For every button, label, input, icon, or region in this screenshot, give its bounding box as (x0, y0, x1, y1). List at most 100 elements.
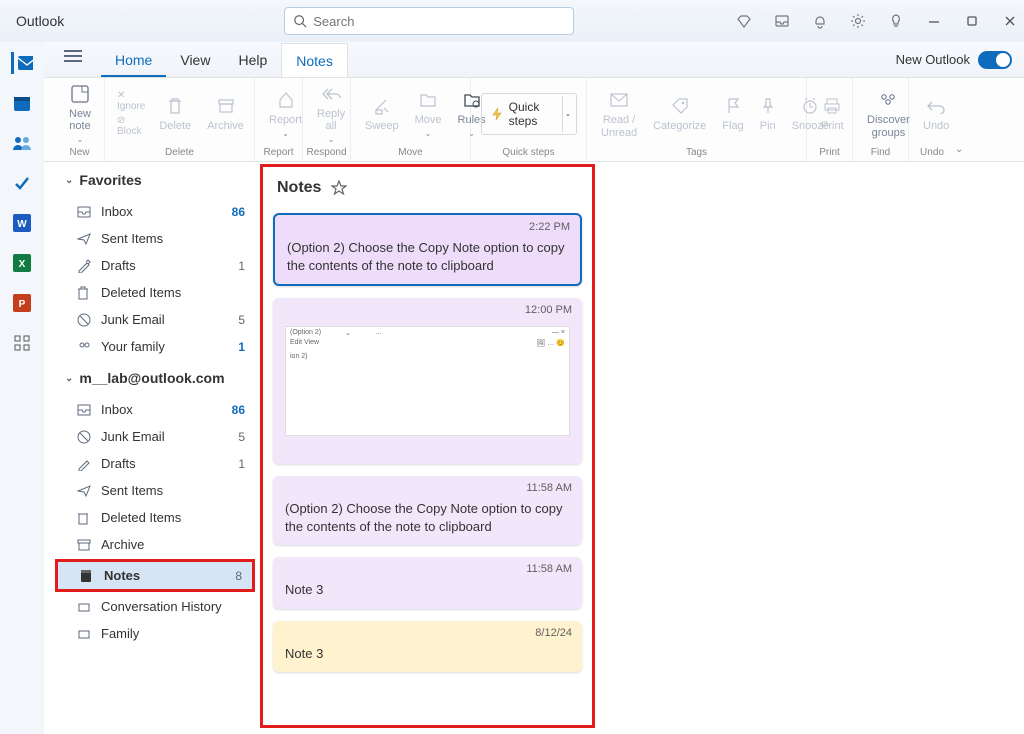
fav-inbox[interactable]: Inbox86 (55, 198, 255, 225)
categorize-button[interactable]: Categorize (645, 92, 714, 134)
ribbon-group-new: New (55, 147, 104, 161)
notes-header: Notes (277, 179, 321, 197)
excel-icon[interactable]: X (11, 252, 33, 274)
new-outlook-label: New Outlook (896, 52, 970, 67)
note-body: (Option 2) Choose the Copy Note option t… (285, 500, 570, 535)
mail-icon[interactable] (11, 52, 33, 74)
tray-icon[interactable] (774, 13, 790, 29)
group-icon (77, 341, 93, 353)
fav-junk[interactable]: Junk Email5 (55, 306, 255, 333)
word-icon[interactable]: W (11, 212, 33, 234)
close-icon[interactable] (1002, 13, 1018, 29)
hamburger-icon[interactable] (64, 50, 82, 64)
fav-sent[interactable]: Sent Items (55, 225, 255, 252)
tab-view[interactable]: View (166, 43, 224, 77)
note-time: 11:58 AM (526, 563, 572, 575)
ribbon-group-delete: Delete (105, 147, 254, 161)
acct-notes[interactable]: Notes8 (55, 559, 255, 592)
archive-button[interactable]: Archive (199, 92, 252, 134)
junk-icon (77, 313, 93, 327)
minimize-icon[interactable] (926, 13, 942, 29)
note-time: 11:58 AM (526, 482, 572, 494)
notes-icon (80, 569, 96, 583)
note-card[interactable]: 12:00 PM (Option 2)⌄…— × Edit View🖼 … 😊 … (273, 298, 582, 464)
ribbon-group-report: Report (255, 147, 302, 161)
note-card[interactable]: 11:58 AM (Option 2) Choose the Copy Note… (273, 476, 582, 545)
note-time: 2:22 PM (529, 221, 570, 233)
pin-button[interactable]: Pin (752, 92, 784, 134)
note-thumbnail: (Option 2)⌄…— × Edit View🖼 … 😊 ion 2) (285, 326, 570, 436)
read-unread-button[interactable]: Read / Unread (593, 86, 645, 140)
quick-steps-button[interactable]: Quick steps ⌄ (481, 93, 577, 135)
delete-button[interactable]: Delete (151, 92, 199, 134)
more-apps-icon[interactable] (11, 332, 33, 354)
block-button[interactable]: ⊘ Block (117, 115, 145, 137)
note-card[interactable]: 8/12/24 Note 3 (273, 621, 582, 673)
fav-family[interactable]: Your family1 (55, 333, 255, 360)
tab-notes[interactable]: Notes (281, 43, 348, 77)
ribbon-group-quick: Quick steps (471, 147, 586, 161)
bell-icon[interactable] (812, 13, 828, 29)
new-outlook-toggle[interactable] (978, 51, 1012, 69)
people-icon[interactable] (11, 132, 33, 154)
drafts-icon (77, 259, 93, 273)
note-card[interactable]: 11:58 AM Note 3 (273, 557, 582, 609)
acct-deleted[interactable]: Deleted Items (55, 504, 255, 531)
title-bar: Outlook (0, 0, 1024, 42)
undo-button[interactable]: Undo (915, 92, 957, 134)
ribbon-group-undo: Undo (909, 147, 955, 161)
flag-button[interactable]: Flag (714, 92, 751, 134)
app-title: Outlook (16, 13, 64, 29)
acct-archive[interactable]: Archive (55, 531, 255, 558)
acct-junk[interactable]: Junk Email5 (55, 423, 255, 450)
app-rail: W X P (0, 42, 44, 734)
ribbon-group-move: Move (351, 147, 470, 161)
acct-conv-history[interactable]: Conversation History (55, 593, 255, 620)
ribbon-group-print: Print (807, 147, 852, 161)
svg-text:W: W (17, 219, 27, 230)
tab-help[interactable]: Help (224, 43, 281, 77)
note-body: (Option 2) Choose the Copy Note option t… (287, 239, 568, 274)
ribbon-group-find: Find (853, 147, 908, 161)
note-body: Note 3 (285, 645, 570, 663)
ribbon: New note ⌄ New ✕ Ignore ⊘ Block Delete A… (0, 78, 1024, 162)
todo-icon[interactable] (11, 172, 33, 194)
search-box[interactable] (284, 7, 574, 35)
fav-drafts[interactable]: Drafts1 (55, 252, 255, 279)
acct-sent[interactable]: Sent Items (55, 477, 255, 504)
favorites-section[interactable]: ⌄Favorites (55, 162, 255, 198)
maximize-icon[interactable] (964, 13, 980, 29)
svg-text:P: P (19, 299, 26, 310)
ribbon-group-tags: Tags (587, 147, 806, 161)
star-icon[interactable] (331, 180, 347, 196)
search-icon (293, 14, 307, 28)
new-note-button[interactable]: New note ⌄ (61, 80, 99, 146)
account-section[interactable]: ⌄m__lab@outlook.com (55, 360, 255, 396)
premium-icon[interactable] (736, 13, 752, 29)
trash-icon (77, 286, 93, 300)
tab-bar: Home View Help Notes New Outlook (0, 42, 1024, 78)
note-card[interactable]: 2:22 PM (Option 2) Choose the Copy Note … (273, 213, 582, 286)
ignore-button[interactable]: ✕ Ignore (117, 90, 145, 112)
search-input[interactable] (313, 14, 565, 29)
powerpoint-icon[interactable]: P (11, 292, 33, 314)
print-button[interactable]: Print (813, 92, 852, 134)
note-body: Note 3 (285, 581, 570, 599)
sweep-button[interactable]: Sweep (357, 92, 407, 134)
fav-deleted[interactable]: Deleted Items (55, 279, 255, 306)
acct-family[interactable]: Family (55, 620, 255, 647)
svg-text:X: X (19, 259, 26, 270)
reply-all-button[interactable]: Reply all⌄ (309, 80, 353, 146)
gear-icon[interactable] (850, 13, 866, 29)
ribbon-expand-icon[interactable]: ⌄ (955, 78, 969, 161)
tab-home[interactable]: Home (101, 43, 166, 77)
move-button[interactable]: Move⌄ (407, 86, 450, 140)
note-time: 8/12/24 (535, 627, 572, 639)
acct-drafts[interactable]: Drafts1 (55, 450, 255, 477)
bulb-icon[interactable] (888, 13, 904, 29)
calendar-icon[interactable] (11, 92, 33, 114)
inbox-icon (77, 206, 93, 218)
folder-sidebar: ⌄Favorites Inbox86 Sent Items Drafts1 De… (55, 162, 255, 734)
acct-inbox[interactable]: Inbox86 (55, 396, 255, 423)
notes-panel: Notes 2:22 PM (Option 2) Choose the Copy… (260, 164, 595, 728)
